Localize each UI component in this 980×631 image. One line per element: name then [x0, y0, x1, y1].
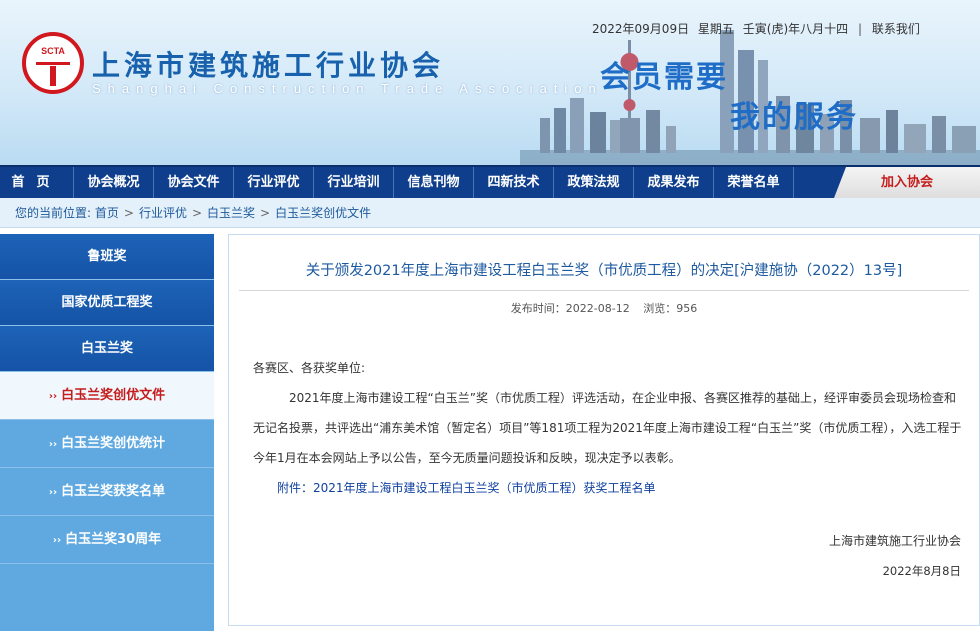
nav-item-training[interactable]: 行业培训	[314, 167, 394, 198]
article-title: 关于颁发2021年度上海市建设工程白玉兰奖（市优质工程）的决定[沪建施协（202…	[305, 263, 903, 279]
site-title-english: Shanghai Construction Trade Association	[92, 81, 603, 96]
article-greeting: 各赛区、各获奖单位:	[253, 361, 366, 375]
nav-item-new-tech[interactable]: 四新技术	[474, 167, 554, 198]
views-label: 浏览：	[643, 302, 677, 315]
article-paragraph: 2021年度上海市建设工程“白玉兰”奖（市优质工程）评选活动，在企业申报、各赛区…	[253, 391, 962, 465]
separator: |	[857, 22, 863, 36]
nav-item-results[interactable]: 成果发布	[634, 167, 714, 198]
lunar-date: 壬寅(虎)年八月十四	[742, 22, 849, 36]
article-panel: 关于颁发2021年度上海市建设工程白玉兰奖（市优质工程）的决定[沪建施协（202…	[228, 234, 980, 626]
date-bar: 2022年09月09日 星期五 壬寅(虎)年八月十四 | 联系我们	[592, 20, 920, 37]
breadcrumb-magnolia-award[interactable]: 白玉兰奖	[207, 206, 255, 220]
slogan-line-2: 我的服务	[730, 100, 858, 135]
nav-item-honors[interactable]: 荣誉名单	[714, 167, 794, 198]
site-title: 上海市建筑施工行业协会	[92, 49, 445, 82]
sidebar-item-magnolia-winners[interactable]: ›› 白玉兰奖获奖名单	[0, 468, 214, 516]
chevron-right-icon: ››	[48, 391, 58, 402]
nav-item-policies[interactable]: 政策法规	[554, 167, 634, 198]
main-navigation: 首页 协会概况 协会文件 行业评优 行业培训 信息刊物 四新技术 政策法规 成果…	[0, 165, 980, 198]
sidebar-item-label: 白玉兰奖获奖名单	[61, 484, 166, 499]
breadcrumb-arrow-icon: >	[191, 206, 203, 220]
chevron-right-icon: ››	[48, 487, 58, 498]
breadcrumb-label: 您的当前位置:	[15, 206, 92, 220]
sidebar-item-label: 白玉兰奖30周年	[65, 532, 162, 547]
signature-organization: 上海市建筑施工行业协会	[828, 534, 961, 548]
sidebar: 鲁班奖 国家优质工程奖 白玉兰奖 ›› 白玉兰奖创优文件 ›› 白玉兰奖创优统计 ›…	[0, 234, 214, 631]
publish-date: 2022-08-12	[565, 302, 630, 315]
sidebar-item-magnolia-30-years[interactable]: ›› 白玉兰奖30周年	[0, 516, 214, 564]
site-header: SCTA 上海市建筑施工行业协会 Shanghai Construction T…	[0, 0, 980, 165]
sidebar-item-label: 白玉兰奖创优文件	[61, 388, 166, 403]
nav-item-home[interactable]: 首页	[0, 167, 74, 198]
sidebar-item-label: 白玉兰奖创优统计	[61, 436, 166, 451]
views-count: 956	[676, 302, 698, 315]
signature-date: 2022年8月8日	[882, 564, 961, 578]
breadcrumb-arrow-icon: >	[260, 206, 271, 220]
sidebar-item-magnolia-documents[interactable]: ›› 白玉兰奖创优文件	[0, 372, 214, 420]
breadcrumb-home[interactable]: 首页	[95, 206, 119, 220]
breadcrumb-current[interactable]: 白玉兰奖创优文件	[275, 206, 371, 220]
nav-item-documents[interactable]: 协会文件	[154, 167, 234, 198]
nav-item-publications[interactable]: 信息刊物	[394, 167, 474, 198]
logo-bar-shape	[36, 62, 70, 65]
publish-label: 发布时间：	[510, 302, 566, 315]
sidebar-item-magnolia-award[interactable]: 白玉兰奖	[0, 326, 214, 372]
slogan-line-1: 会员需要	[600, 60, 728, 95]
logo-tower-shape	[50, 66, 56, 86]
join-association-button[interactable]: 加入协会	[834, 167, 980, 198]
contact-us-link[interactable]: 联系我们	[872, 22, 920, 36]
breadcrumb-arrow-icon: >	[123, 206, 134, 220]
title-divider	[239, 290, 969, 291]
article-meta: 发布时间：2022-08-12 浏览：956	[229, 300, 979, 316]
chevron-right-icon: ››	[48, 439, 58, 450]
sidebar-item-national-quality-award[interactable]: 国家优质工程奖	[0, 280, 214, 326]
logo-text: SCTA	[41, 46, 65, 56]
nav-item-about[interactable]: 协会概况	[74, 167, 154, 198]
breadcrumb-awards[interactable]: 行业评优	[139, 206, 187, 220]
chevron-right-icon: ››	[52, 535, 62, 546]
breadcrumb: 您的当前位置: 首页 > 行业评优 > 白玉兰奖 > 白玉兰奖创优文件	[0, 198, 980, 228]
sidebar-item-magnolia-statistics[interactable]: ›› 白玉兰奖创优统计	[0, 420, 214, 468]
weekday: 星期五	[697, 22, 734, 36]
nav-item-awards[interactable]: 行业评优	[234, 167, 314, 198]
attachment-link[interactable]: 附件：2021年度上海市建设工程白玉兰奖（市优质工程）获奖工程名单	[253, 473, 965, 503]
association-logo[interactable]: SCTA	[22, 32, 84, 94]
sidebar-item-luban-award[interactable]: 鲁班奖	[0, 234, 214, 280]
current-date: 2022年09月09日	[592, 22, 690, 36]
article-body: 各赛区、各获奖单位: 2021年度上海市建设工程“白玉兰”奖（市优质工程）评选活…	[253, 353, 965, 503]
